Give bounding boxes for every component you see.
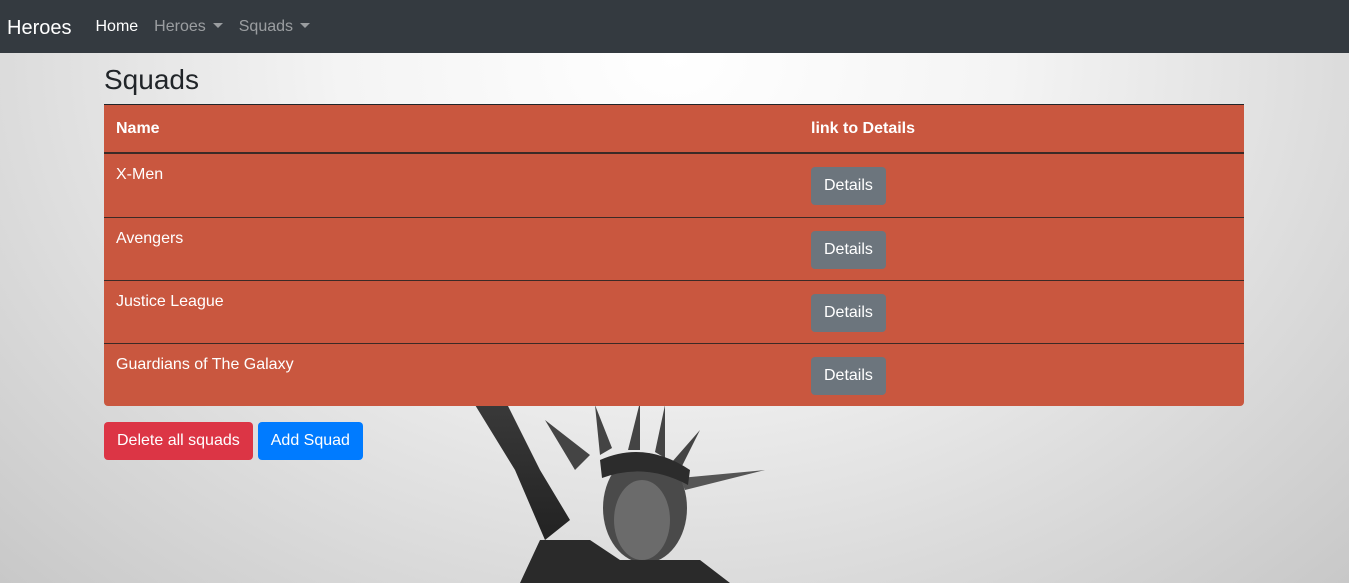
nav-link-home[interactable]: Home — [87, 18, 146, 36]
table-row: X-Men Details — [104, 154, 1244, 217]
column-header-name: Name — [104, 105, 799, 154]
nav-link-home-label: Home — [95, 17, 139, 35]
nav-dropdown-heroes-label: Heroes — [154, 17, 206, 35]
caret-down-icon — [212, 23, 223, 28]
navbar-brand[interactable]: Heroes — [7, 18, 71, 38]
squad-name: Justice League — [104, 280, 799, 343]
squad-name: Avengers — [104, 217, 799, 280]
table-row: Justice League Details — [104, 280, 1244, 343]
details-button[interactable]: Details — [811, 357, 886, 395]
table-row: Guardians of The Galaxy Details — [104, 343, 1244, 406]
details-cell: Details — [799, 154, 1244, 217]
nav-dropdown-squads[interactable]: Squads — [231, 18, 318, 36]
table-actions: Delete all squads Add Squad — [104, 422, 1244, 460]
caret-down-icon — [300, 23, 311, 28]
table-row: Avengers Details — [104, 217, 1244, 280]
squads-table: Name link to Details X-Men Details Aveng… — [104, 104, 1244, 406]
squad-name: Guardians of The Galaxy — [104, 343, 799, 406]
details-cell: Details — [799, 280, 1244, 343]
nav-dropdown-squads-label: Squads — [238, 17, 294, 35]
table-header-row: Name link to Details — [104, 105, 1244, 154]
details-cell: Details — [799, 217, 1244, 280]
details-button[interactable]: Details — [811, 167, 886, 205]
column-header-details: link to Details — [799, 105, 1244, 154]
nav-dropdown-heroes[interactable]: Heroes — [146, 18, 231, 36]
top-navbar: Heroes Home Heroes Squads — [0, 0, 1349, 53]
details-cell: Details — [799, 343, 1244, 406]
page-title: Squads — [104, 64, 199, 95]
squad-name: X-Men — [116, 166, 164, 183]
delete-all-squads-button[interactable]: Delete all squads — [104, 422, 253, 460]
add-squad-button[interactable]: Add Squad — [257, 422, 363, 460]
details-button[interactable]: Details — [811, 294, 886, 332]
details-button[interactable]: Details — [811, 231, 886, 269]
main-content: Squads Name link to Details X-Men Detail… — [104, 53, 1244, 460]
